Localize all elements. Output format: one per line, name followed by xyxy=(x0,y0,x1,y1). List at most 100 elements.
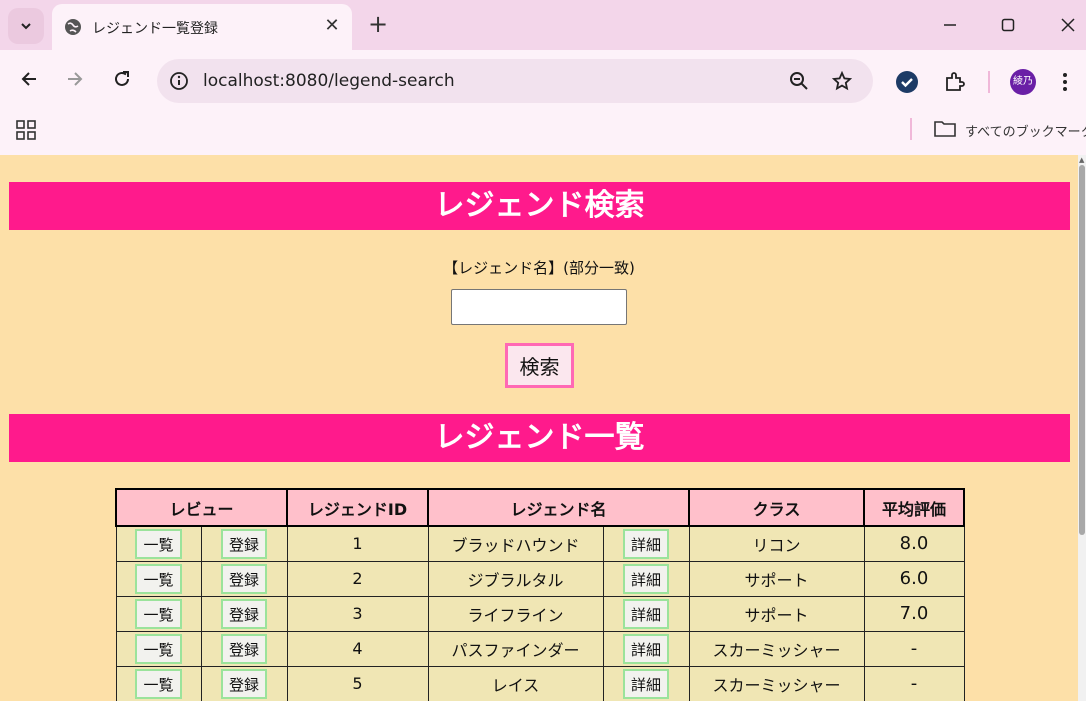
review-register-button[interactable]: 登録 xyxy=(220,563,267,594)
detail-cell: 詳細 xyxy=(602,525,690,562)
bookmarks-bar: すべてのブックマーク xyxy=(0,104,1086,155)
review-register-button[interactable]: 登録 xyxy=(220,528,267,559)
arrow-left-icon xyxy=(21,72,36,86)
legend-name-cell: レイス xyxy=(427,665,604,701)
detail-cell: 詳細 xyxy=(602,630,690,667)
search-label: 【レジェンド名】(部分一致) xyxy=(443,259,635,277)
list-heading: レジェンド一覧 xyxy=(9,414,1070,462)
back-button[interactable] xyxy=(17,67,41,91)
class-cell: サポート xyxy=(688,595,865,632)
page-scrollbar[interactable]: ▲ xyxy=(1078,155,1086,701)
class-cell: スカーミッシャー xyxy=(688,630,865,667)
review-register-cell: 登録 xyxy=(200,595,288,632)
review-list-cell: 一覧 xyxy=(115,630,202,667)
reload-button[interactable] xyxy=(110,67,134,91)
review-list-button[interactable]: 一覧 xyxy=(135,598,182,629)
table-row: 一覧 登録 4 パスファインダー 詳細 スカーミッシャー - xyxy=(115,630,965,667)
scrollbar-thumb[interactable] xyxy=(1079,165,1085,535)
review-register-button[interactable]: 登録 xyxy=(220,598,267,629)
review-register-cell: 登録 xyxy=(200,560,288,597)
toolbar-divider xyxy=(988,71,990,93)
detail-button[interactable]: 詳細 xyxy=(622,563,669,594)
table-row: 一覧 登録 2 ジブラルタル 詳細 サポート 6.0 xyxy=(115,560,965,597)
more-vert-icon[interactable] xyxy=(1052,69,1078,95)
detail-button[interactable]: 詳細 xyxy=(622,668,669,699)
bookmarks-divider xyxy=(910,118,912,140)
review-list-cell: 一覧 xyxy=(115,560,202,597)
table-row: 一覧 登録 3 ライフライン 詳細 サポート 7.0 xyxy=(115,595,965,632)
review-register-button[interactable]: 登録 xyxy=(220,633,267,664)
arrow-right-icon xyxy=(68,72,83,86)
detail-button[interactable]: 詳細 xyxy=(622,598,669,629)
legend-name-cell: ブラッドハウンド xyxy=(427,525,604,562)
review-list-button[interactable]: 一覧 xyxy=(135,668,182,699)
review-list-cell: 一覧 xyxy=(115,595,202,632)
header-class: クラス xyxy=(688,488,865,527)
close-window-button[interactable] xyxy=(1056,13,1080,37)
detail-cell: 詳細 xyxy=(602,560,690,597)
review-list-button[interactable]: 一覧 xyxy=(135,633,182,664)
review-list-button[interactable]: 一覧 xyxy=(135,563,182,594)
chevron-down-icon xyxy=(21,23,31,30)
review-register-cell: 登録 xyxy=(200,630,288,667)
legend-table: レビュー レジェンドID レジェンド名 クラス 平均評価 一覧 登録 1 ブラッドハウ… xyxy=(115,488,965,701)
class-cell: リコン xyxy=(688,525,865,562)
detail-button[interactable]: 詳細 xyxy=(622,633,669,664)
review-list-cell: 一覧 xyxy=(115,525,202,562)
legend-id-cell: 3 xyxy=(286,595,429,632)
extension-check-icon[interactable] xyxy=(894,69,920,95)
legend-id-cell: 4 xyxy=(286,630,429,667)
scroll-up-icon[interactable]: ▲ xyxy=(1079,156,1084,164)
detail-button[interactable]: 詳細 xyxy=(622,528,669,559)
detail-cell: 詳細 xyxy=(602,595,690,632)
maximize-button[interactable] xyxy=(996,13,1020,37)
address-bar[interactable]: localhost:8080/legend-search xyxy=(157,59,873,103)
close-icon xyxy=(1061,18,1075,32)
site-info-icon[interactable] xyxy=(169,71,189,91)
header-avg-rating: 平均評価 xyxy=(863,488,965,527)
avg-rating-cell: 7.0 xyxy=(863,595,965,632)
profile-avatar[interactable]: 綾乃 xyxy=(1010,69,1036,95)
url-text[interactable]: localhost:8080/legend-search xyxy=(203,71,455,91)
page-content: レジェンド検索 【レジェンド名】(部分一致) 検索 レジェンド一覧 レビュー レ… xyxy=(0,155,1078,701)
avg-rating-cell: 6.0 xyxy=(863,560,965,597)
review-register-button[interactable]: 登録 xyxy=(220,668,267,699)
search-heading: レジェンド検索 xyxy=(9,182,1070,230)
legend-id-cell: 1 xyxy=(286,525,429,562)
table-header-row: レビュー レジェンドID レジェンド名 クラス 平均評価 xyxy=(115,488,965,527)
avg-rating-cell: 8.0 xyxy=(863,525,965,562)
apps-grid-icon[interactable] xyxy=(16,120,36,144)
review-register-cell: 登録 xyxy=(200,665,288,701)
all-bookmarks-link[interactable]: すべてのブックマーク xyxy=(965,121,1086,140)
folder-icon[interactable] xyxy=(934,119,956,141)
star-icon[interactable] xyxy=(831,70,853,92)
header-legend-name: レジェンド名 xyxy=(427,488,690,527)
zoom-icon[interactable] xyxy=(788,70,810,92)
table-body: 一覧 登録 1 ブラッドハウンド 詳細 リコン 8.0 一覧 登録 2 ジブラルタル 詳細 サポート 6.… xyxy=(115,525,965,701)
review-list-cell: 一覧 xyxy=(115,665,202,701)
puzzle-icon[interactable] xyxy=(942,69,968,95)
minimize-icon xyxy=(944,24,956,26)
close-tab-icon[interactable]: ✕ xyxy=(322,14,342,38)
review-list-button[interactable]: 一覧 xyxy=(135,528,182,559)
search-button[interactable]: 検索 xyxy=(505,343,574,388)
legend-name-cell: ジブラルタル xyxy=(427,560,604,597)
tab-search-button[interactable] xyxy=(8,8,44,44)
active-tab[interactable]: レジェンド一覧登録 ✕ xyxy=(52,4,352,50)
header-legend-id: レジェンドID xyxy=(286,488,429,527)
header-review: レビュー xyxy=(115,488,288,527)
forward-button[interactable] xyxy=(63,67,87,91)
avg-rating-cell: - xyxy=(863,665,965,701)
minimize-button[interactable] xyxy=(938,13,962,37)
new-tab-button[interactable]: + xyxy=(364,11,392,39)
legend-id-cell: 2 xyxy=(286,560,429,597)
review-register-cell: 登録 xyxy=(200,525,288,562)
legend-name-input[interactable] xyxy=(451,289,627,325)
reload-icon xyxy=(115,71,129,86)
class-cell: スカーミッシャー xyxy=(688,665,865,701)
globe-icon xyxy=(64,18,82,40)
table-row: 一覧 登録 1 ブラッドハウンド 詳細 リコン 8.0 xyxy=(115,525,965,562)
legend-name-cell: ライフライン xyxy=(427,595,604,632)
table-row: 一覧 登録 5 レイス 詳細 スカーミッシャー - xyxy=(115,665,965,701)
legend-name-cell: パスファインダー xyxy=(427,630,604,667)
